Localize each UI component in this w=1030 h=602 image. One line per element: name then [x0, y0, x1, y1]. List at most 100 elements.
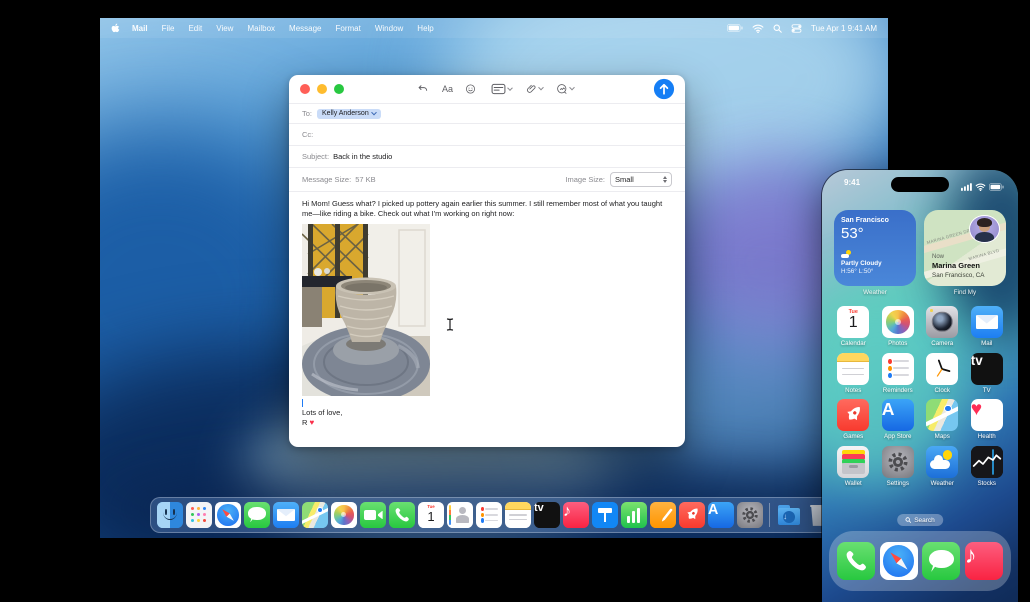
safari-icon[interactable] — [215, 502, 241, 528]
contacts-icon[interactable] — [447, 502, 473, 528]
menu-window[interactable]: Window — [375, 24, 403, 33]
appstore-icon[interactable]: A — [881, 399, 914, 431]
iphone-app-calendar[interactable]: Tue 1 Calendar — [831, 306, 876, 353]
messages-icon[interactable] — [922, 542, 961, 580]
iphone-app-settings[interactable]: Settings — [876, 445, 921, 493]
menu-mail[interactable]: Mail — [132, 24, 148, 33]
iphone-app-weather[interactable]: Weather — [920, 445, 965, 493]
findmy-widget-label: Find My — [953, 289, 977, 296]
recipient-token[interactable]: Kelly Anderson — [317, 108, 381, 119]
iphone-app-health[interactable]: ♥ Health — [965, 399, 1010, 446]
menu-format[interactable]: Format — [336, 24, 361, 33]
appstore-icon[interactable]: A — [708, 502, 734, 528]
games-icon[interactable] — [679, 502, 705, 528]
app-label: Camera — [931, 340, 954, 347]
iphone-app-camera[interactable]: Camera — [920, 306, 965, 353]
menu-help[interactable]: Help — [417, 24, 433, 33]
photos-icon[interactable] — [331, 502, 357, 528]
games-icon[interactable] — [837, 399, 870, 431]
health-icon[interactable]: ♥ — [970, 399, 1003, 431]
phone-icon[interactable] — [837, 542, 876, 580]
cc-field[interactable]: Cc: — [289, 123, 685, 145]
calendar-icon[interactable]: Tue 1 — [418, 502, 444, 528]
stocks-icon[interactable] — [970, 445, 1003, 478]
app-label: Calendar — [840, 340, 866, 347]
messages-icon[interactable] — [244, 502, 270, 528]
iphone-app-mail[interactable]: Mail — [965, 306, 1010, 353]
facetime-icon[interactable] — [360, 502, 386, 528]
spotlight-search-icon[interactable] — [773, 24, 782, 33]
keynote-icon[interactable] — [592, 502, 618, 528]
zoom-window-button[interactable] — [334, 84, 344, 94]
insert-media-button[interactable] — [556, 83, 575, 95]
iphone-app-clock[interactable]: Clock — [920, 352, 965, 400]
iphone-app-photos[interactable]: Photos — [876, 306, 921, 353]
wallet-icon[interactable] — [837, 445, 870, 478]
iphone-app-notes[interactable]: Notes — [831, 352, 876, 400]
apple-menu-icon[interactable] — [111, 23, 120, 34]
chevron-down-icon — [370, 109, 377, 115]
reminders-icon[interactable] — [881, 352, 914, 385]
camera-icon[interactable] — [926, 306, 959, 338]
calendar-icon[interactable]: Tue 1 — [837, 306, 870, 338]
header-fields-button[interactable] — [491, 83, 513, 95]
menu-mailbox[interactable]: Mailbox — [247, 24, 275, 33]
reminders-icon[interactable] — [476, 502, 502, 528]
subject-field[interactable]: Subject: Back in the studio — [289, 145, 685, 167]
iphone-app-games[interactable]: Games — [831, 399, 876, 446]
phone-icon[interactable] — [389, 502, 415, 528]
maps-icon[interactable] — [302, 502, 328, 528]
tv-icon[interactable]: tv — [534, 502, 560, 528]
settings-icon[interactable] — [737, 502, 763, 528]
wifi-icon[interactable] — [752, 24, 764, 33]
notes-icon[interactable] — [837, 352, 870, 385]
weather-widget[interactable]: San Francisco 53° Partly Cloudy H:56° L:… — [834, 210, 916, 286]
notes-icon[interactable] — [505, 502, 531, 528]
menu-message[interactable]: Message — [289, 24, 321, 33]
emoji-button[interactable] — [465, 84, 476, 95]
iphone-app-tv[interactable]: tv TV — [965, 352, 1010, 400]
mail-icon[interactable] — [273, 502, 299, 528]
launchpad-icon[interactable] — [186, 502, 212, 528]
subject-value: Back in the studio — [333, 152, 393, 161]
iphone-search-pill[interactable]: Search — [897, 514, 943, 526]
undo-button[interactable] — [417, 83, 429, 95]
weather-icon[interactable] — [926, 445, 959, 478]
menu-edit[interactable]: Edit — [188, 24, 202, 33]
settings-icon[interactable] — [881, 445, 914, 478]
music-icon[interactable]: ♪ — [964, 542, 1003, 580]
send-button[interactable] — [653, 78, 675, 100]
safari-icon[interactable] — [879, 542, 918, 580]
attached-photo[interactable] — [302, 224, 430, 397]
menu-file[interactable]: File — [162, 24, 175, 33]
maps-icon[interactable] — [926, 399, 959, 431]
minimize-window-button[interactable] — [317, 84, 327, 94]
iphone-app-wallet[interactable]: Wallet — [831, 445, 876, 493]
format-button[interactable]: Aa — [442, 84, 453, 94]
downloads-icon[interactable]: ↓ — [776, 502, 802, 528]
message-size-value: 57 KB — [355, 175, 376, 184]
message-body[interactable]: Hi Mom! Guess what? I picked up pottery … — [289, 191, 685, 429]
pages-icon[interactable] — [650, 502, 676, 528]
findmy-widget[interactable]: MARINA GREEN DR MARINA BLVD Now Marina G… — [924, 210, 1006, 286]
finder-icon[interactable] — [157, 502, 183, 528]
numbers-icon[interactable] — [621, 502, 647, 528]
tv-icon[interactable]: tv — [970, 352, 1003, 385]
music-icon[interactable]: ♪ — [563, 502, 589, 528]
heart-emoji: ♥ — [309, 418, 315, 428]
iphone-app-maps[interactable]: Maps — [920, 399, 965, 446]
menu-bar-clock[interactable]: Tue Apr 1 9:41 AM — [811, 24, 877, 33]
mail-icon[interactable] — [970, 306, 1003, 338]
attach-button[interactable] — [526, 83, 544, 95]
image-size-select[interactable]: Small — [610, 172, 672, 187]
iphone-app-appstore[interactable]: A App Store — [876, 399, 921, 446]
photos-icon[interactable] — [881, 306, 914, 338]
to-field[interactable]: To: Kelly Anderson — [289, 103, 685, 123]
menu-view[interactable]: View — [216, 24, 233, 33]
clock-icon[interactable] — [926, 352, 959, 385]
close-window-button[interactable] — [300, 84, 310, 94]
control-center-icon[interactable] — [791, 23, 802, 33]
iphone-app-reminders[interactable]: Reminders — [876, 352, 921, 400]
iphone-app-stocks[interactable]: Stocks — [965, 445, 1010, 493]
battery-icon[interactable] — [727, 24, 743, 32]
